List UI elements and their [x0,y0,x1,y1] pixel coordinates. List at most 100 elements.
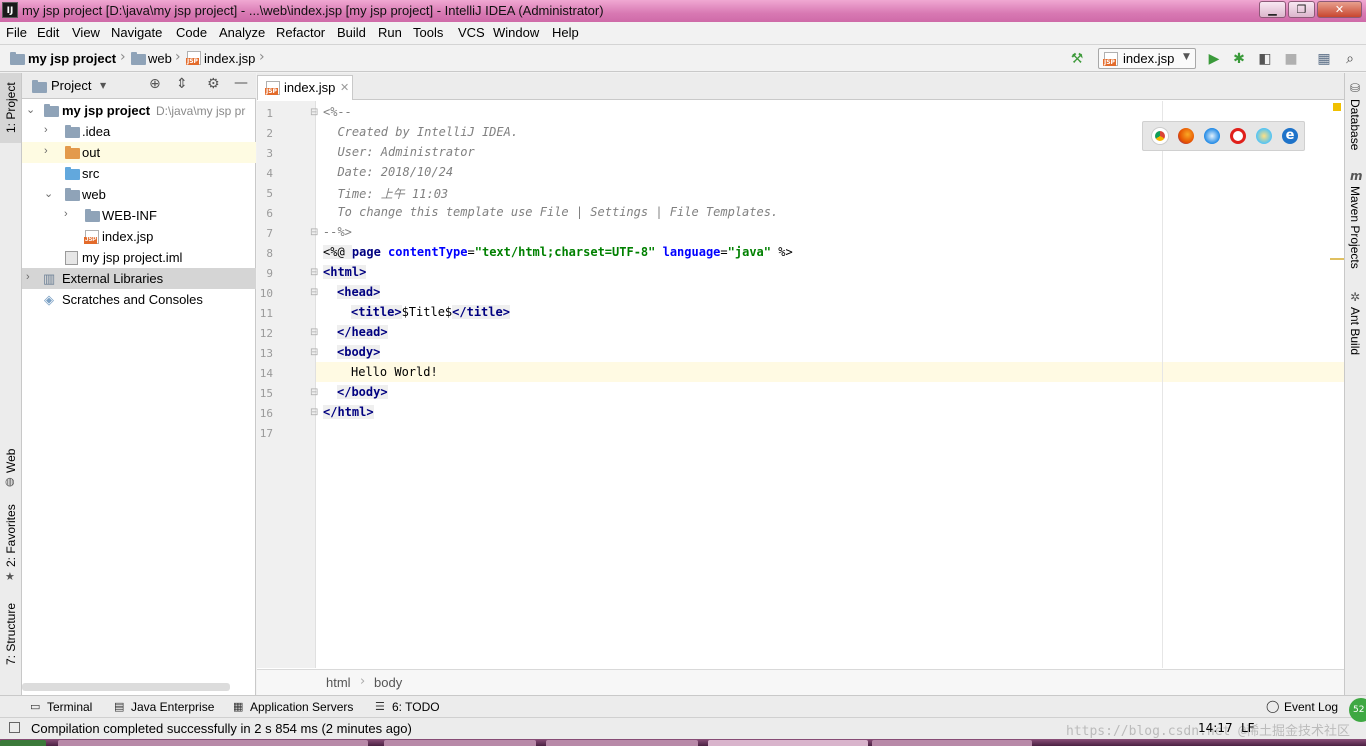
run-configuration-select[interactable]: index.jsp ▼ [1098,48,1196,69]
build-hammer-icon[interactable]: ⚒ [1069,51,1085,67]
minimize-button[interactable]: ▁ [1259,1,1286,18]
maven-tool-tab[interactable]: Maven Projects [1348,186,1362,269]
fold-icon[interactable]: ⊟ [310,107,318,118]
taskbar-item[interactable] [708,740,868,746]
code-line-13[interactable]: <body> [337,345,381,359]
taskbar-item[interactable] [872,740,1032,746]
code-line-9[interactable]: <html> [323,265,367,279]
tree-item-external-libraries[interactable]: › ▥ External Libraries [22,268,256,289]
menu-analyze[interactable]: Analyze [219,25,265,40]
code-line-12[interactable]: </head> [337,325,388,339]
close-tab-icon[interactable]: ✕ [340,81,349,94]
error-stripe-marker[interactable] [1330,258,1344,260]
code-line-16[interactable]: </html> [323,405,374,419]
tree-item-scratches[interactable]: ◈ Scratches and Consoles [22,289,256,310]
toggle-tool-windows-icon[interactable] [9,722,20,733]
taskbar-item[interactable] [546,740,698,746]
fold-icon[interactable]: ⊟ [310,267,318,278]
collapse-all-icon[interactable]: ⇕ [176,76,188,92]
menu-tools[interactable]: Tools [413,25,443,40]
coverage-icon[interactable]: ◧ [1257,51,1273,67]
horizontal-scrollbar[interactable] [22,683,230,691]
breadcrumb-project[interactable]: my jsp project [28,51,116,66]
menu-view[interactable]: View [72,25,100,40]
application-servers-tab[interactable]: Application Servers [250,700,353,714]
safari-icon[interactable] [1204,128,1220,144]
chevron-down-icon[interactable]: ▼ [100,81,106,90]
breadcrumb-body[interactable]: body [374,675,402,690]
code-line-1[interactable]: <%-- [323,105,352,119]
database-tool-tab[interactable]: Database [1348,99,1362,150]
fold-icon[interactable]: ⊟ [310,347,318,358]
fold-icon[interactable]: ⊟ [310,387,318,398]
opera-icon[interactable] [1230,128,1246,144]
menu-code[interactable]: Code [176,25,207,40]
debug-icon[interactable]: ✱ [1231,51,1247,67]
todo-tab[interactable]: 6: TODO [392,700,440,714]
menu-build[interactable]: Build [337,25,366,40]
taskbar-item[interactable] [384,740,536,746]
line-separator[interactable]: LF [1241,721,1255,735]
breadcrumb-index-jsp[interactable]: index.jsp [204,51,255,66]
breadcrumb-html[interactable]: html [326,675,351,690]
event-log-tab[interactable]: Event Log [1284,700,1338,714]
java-enterprise-tab[interactable]: Java Enterprise [131,700,214,714]
fold-icon[interactable]: ⊟ [310,407,318,418]
structure-tool-tab[interactable]: 7: Structure [4,603,18,665]
menu-file[interactable]: File [6,25,27,40]
fold-icon[interactable]: ⊟ [310,287,318,298]
project-structure-icon[interactable]: ▦ [1316,51,1332,67]
tree-item-index-jsp[interactable]: index.jsp [22,226,256,247]
ant-build-tool-tab[interactable]: Ant Build [1348,307,1362,355]
tree-item-src[interactable]: src [22,163,256,184]
favorites-tool-tab[interactable]: 2: Favorites [4,504,18,567]
breadcrumb-web[interactable]: web [148,51,172,66]
internet-explorer-icon[interactable] [1256,128,1272,144]
window-title-bar[interactable]: IJ my jsp project [D:\java\my jsp projec… [0,0,1366,22]
taskbar-item[interactable] [58,740,368,746]
close-button[interactable]: ✕ [1317,1,1362,18]
project-tool-tab[interactable]: 1: Project [0,73,21,143]
code-line-7[interactable]: --%> [323,225,352,239]
maximize-button[interactable]: ❐ [1288,1,1315,18]
locate-icon[interactable]: ⊕ [149,76,161,92]
code-line-11[interactable]: <title>$Title$</title> [351,305,510,319]
code-line-2[interactable]: Created by IntelliJ IDEA. [323,125,518,139]
stop-icon[interactable]: ■ [1283,51,1299,67]
gear-icon[interactable]: ⚙ [207,76,220,92]
code-line-10[interactable]: <head> [337,285,381,299]
menu-help[interactable]: Help [552,25,579,40]
chrome-icon[interactable] [1152,128,1168,144]
code-line-5[interactable]: Time: 上午 11:03 [323,185,448,202]
inspection-status-icon[interactable] [1333,103,1341,111]
menu-navigate[interactable]: Navigate [111,25,162,40]
menu-window[interactable]: Window [493,25,539,40]
code-line-4[interactable]: Date: 2018/10/24 [323,165,453,179]
tree-item-web-inf[interactable]: › WEB-INF [22,205,256,226]
tab-index-jsp[interactable]: index.jsp ✕ [257,75,353,100]
code-line-8[interactable]: <%@ page contentType="text/html;charset=… [323,245,793,259]
fold-icon[interactable]: ⊟ [310,327,318,338]
search-everywhere-icon[interactable]: ⌕ [1342,51,1358,67]
project-view-selector[interactable]: Project [51,78,91,93]
tree-item-iml[interactable]: my jsp project.iml [22,247,256,268]
menu-run[interactable]: Run [378,25,402,40]
menu-refactor[interactable]: Refactor [276,25,325,40]
menu-edit[interactable]: Edit [37,25,59,40]
hide-panel-icon[interactable]: — [234,75,248,91]
code-line-3[interactable]: User: Administrator [323,145,474,159]
web-tool-tab[interactable]: Web [4,449,18,473]
tree-item-web[interactable]: ⌄ web [22,184,256,205]
code-line-14[interactable]: Hello World! [351,365,438,379]
caret-position[interactable]: 14:17 [1198,721,1233,735]
edge-icon[interactable]: e [1282,128,1298,144]
tree-item-idea[interactable]: › .idea [22,121,256,142]
code-line-6[interactable]: To change this template use File | Setti… [323,205,778,219]
run-icon[interactable]: ▶ [1206,51,1222,67]
tree-item-out[interactable]: › out [22,142,256,163]
firefox-icon[interactable] [1178,128,1194,144]
menu-vcs[interactable]: VCS [458,25,485,40]
tree-item-project-root[interactable]: ⌄ my jsp project D:\java\my jsp pr [22,100,256,121]
fold-icon[interactable]: ⊟ [310,227,318,238]
terminal-tab[interactable]: Terminal [47,700,92,714]
